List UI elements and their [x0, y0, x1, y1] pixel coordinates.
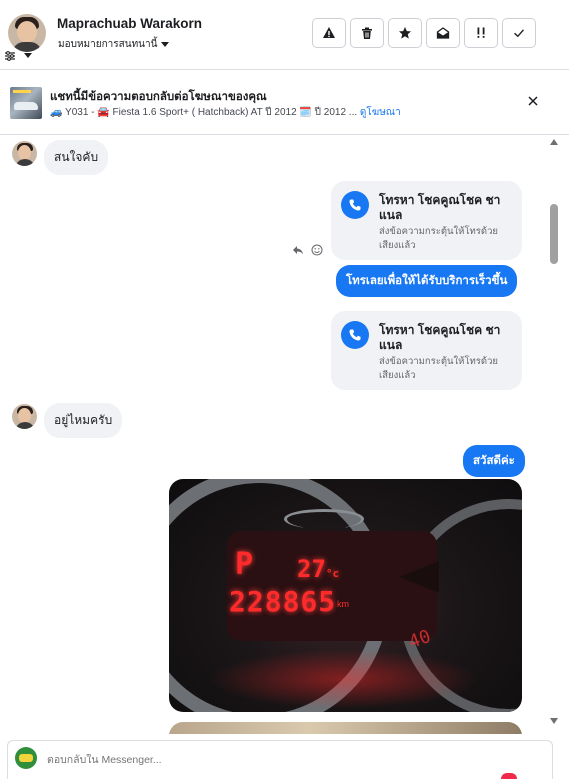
contact-avatar-small — [12, 141, 37, 166]
contact-avatar[interactable] — [8, 14, 46, 52]
conversation-header: Maprachuab Warakorn มอบหมายการสนทนานี้ — [0, 0, 569, 70]
trash-icon — [362, 27, 372, 39]
call-prompt-card[interactable]: โทรหา โชคคูณโชค ชาแนล ส่งข้อความกระตุ้นใ… — [331, 311, 522, 390]
assign-label: มอบหมายการสนทนานี้ — [58, 39, 158, 50]
incoming-message[interactable]: สนใจคับ — [44, 140, 109, 175]
photo-gear-readout: P — [235, 547, 254, 582]
filter-chevron-down-icon[interactable] — [24, 53, 32, 58]
chevron-down-icon — [161, 42, 170, 47]
star-icon — [399, 27, 411, 39]
view-ad-link[interactable]: ดูโฆษณา — [360, 107, 401, 118]
assign-conversation-dropdown[interactable]: มอบหมายการสนทนานี้ — [58, 37, 170, 52]
check-icon — [514, 29, 525, 38]
notification-indicator — [501, 773, 517, 779]
messenger-conversation: Maprachuab Warakorn มอบหมายการสนทนานี้ แ… — [0, 0, 569, 779]
follow-up-button[interactable] — [464, 18, 498, 48]
ad-banner-title: แชทนี้มีข้อความตอบกลับต่อโฆษณาของคุณ — [50, 91, 267, 103]
ad-description: 🚙 Y031 - 🚘 Fiesta 1.6 Sport+ ( Hatchback… — [50, 107, 358, 118]
outgoing-message[interactable]: โทรเลยเพื่อให้ได้รับบริการเร็วขึ้น — [336, 265, 518, 297]
dashboard-photo-attachment[interactable]: P 27°c 228865 km 40 — [169, 479, 522, 712]
photo-temperature-readout: 27°c — [297, 555, 340, 583]
call-prompt-title: โทรหา โชคคูณโชค ชาแนล — [379, 193, 501, 222]
contact-avatar-small — [12, 404, 37, 429]
done-button[interactable] — [502, 18, 536, 48]
delete-button[interactable] — [350, 18, 384, 48]
page-avatar — [15, 747, 37, 769]
phone-icon — [341, 321, 369, 349]
scrollbar-thumb[interactable] — [550, 204, 558, 264]
close-icon[interactable] — [526, 94, 540, 108]
call-prompt-card[interactable]: โทรหา โชคคูณโชค ชาแนล ส่งข้อความกระตุ้นใ… — [331, 181, 522, 260]
photo-odometer-readout: 228865 — [229, 585, 337, 618]
spam-button[interactable] — [312, 18, 346, 48]
ad-thumbnail[interactable] — [10, 87, 42, 119]
filter-sliders-icon[interactable] — [4, 50, 16, 62]
ad-banner-subtitle: 🚙 Y031 - 🚘 Fiesta 1.6 Sport+ ( Hatchback… — [50, 105, 401, 120]
call-prompt-title: โทรหา โชคคูณโชค ชาแนล — [379, 323, 501, 352]
reply-composer — [7, 740, 553, 779]
scroll-down-arrow-icon[interactable] — [550, 718, 558, 724]
scroll-up-arrow-icon[interactable] — [550, 139, 558, 145]
message-actions — [292, 244, 323, 256]
outgoing-message[interactable]: สวัสดีค่ะ — [463, 445, 525, 477]
warning-icon — [323, 27, 335, 38]
call-prompt-subtitle: ส่งข้อความกระตุ้นให้โทรด้วยเสียงแล้ว — [379, 356, 498, 381]
photo-attachment[interactable] — [169, 722, 522, 734]
reply-input[interactable] — [47, 754, 497, 766]
incoming-message[interactable]: อยู่ไหมครับ — [44, 403, 123, 438]
mark-unread-button[interactable] — [426, 18, 460, 48]
message-thread[interactable]: สนใจคับ โทรหา โชคคูณโชค ชาแนล ส่งข้อความ… — [0, 136, 562, 734]
phone-icon — [341, 191, 369, 219]
thread-scrollbar[interactable] — [547, 136, 562, 734]
emoji-reaction-icon[interactable] — [311, 244, 323, 256]
star-button[interactable] — [388, 18, 422, 48]
exclamation-icon — [477, 27, 485, 38]
call-prompt-subtitle: ส่งข้อความกระตุ้นให้โทรด้วยเสียงแล้ว — [379, 226, 498, 251]
contact-name[interactable]: Maprachuab Warakorn — [57, 16, 202, 31]
reply-icon[interactable] — [292, 244, 304, 256]
photo-odometer-unit: km — [337, 599, 349, 609]
envelope-open-icon — [436, 27, 450, 39]
